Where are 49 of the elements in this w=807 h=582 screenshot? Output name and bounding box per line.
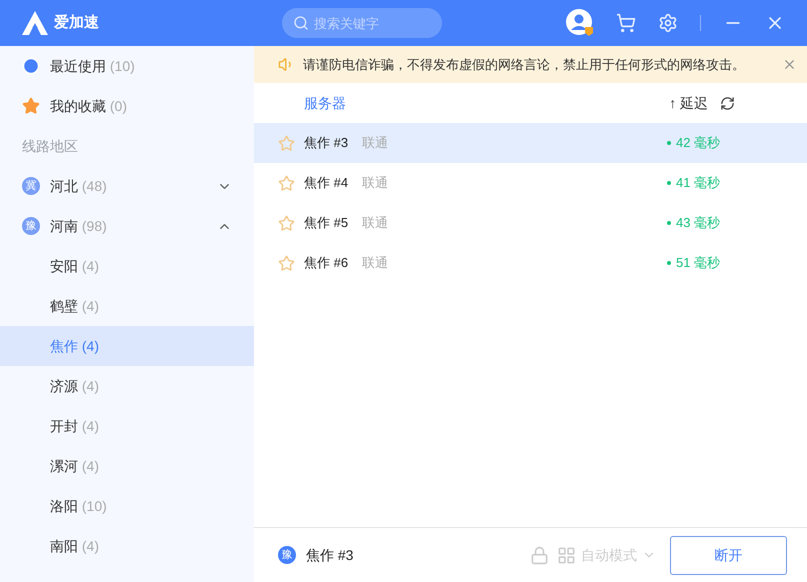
region-badge: 豫 [278, 546, 296, 564]
server-name: 焦作 #6 [304, 254, 350, 272]
notice-text: 请谨防电信诈骗，不得发布虚假的网络言论，禁止用于任何形式的网络攻击。 [303, 56, 746, 74]
isp-label: 联通 [362, 254, 389, 272]
close-icon[interactable] [782, 57, 797, 72]
settings-icon[interactable] [658, 13, 678, 33]
city-item[interactable]: 开封 (4) [0, 406, 254, 446]
latency-sort-header[interactable]: ↑ 延迟 [669, 92, 708, 114]
latency-value: 41 毫秒 [676, 174, 720, 192]
region-badge: 冀 [22, 177, 40, 195]
region-item[interactable]: 豫 河南 (98) [0, 206, 254, 246]
isp-label: 联通 [362, 214, 389, 232]
star-icon [22, 97, 40, 115]
refresh-icon[interactable] [720, 96, 735, 110]
region-item[interactable]: 冀 河北 (48) [0, 166, 254, 206]
region-badge: 豫 [22, 217, 40, 235]
star-icon[interactable] [278, 174, 295, 192]
avatar-icon[interactable] [566, 9, 594, 37]
sidebar-item[interactable]: 我的收藏 (0) [0, 86, 254, 126]
disconnect-button[interactable]: 断开 [670, 536, 787, 574]
section-title: 线路地区 [21, 136, 79, 156]
latency-value: 51 毫秒 [676, 254, 720, 272]
server-row[interactable]: 焦作 #3 联通 42 毫秒 [254, 123, 807, 163]
star-icon[interactable] [278, 134, 295, 152]
server-column-header[interactable]: 服务器 [304, 92, 670, 114]
city-item[interactable]: 洛阳 (10) [0, 486, 254, 526]
sidebar-item[interactable]: 最近使用 (10) [0, 46, 254, 86]
latency-value: 42 毫秒 [676, 134, 720, 152]
cart-icon[interactable] [616, 13, 636, 33]
city-item[interactable]: 安阳 (4) [0, 246, 254, 286]
city-item[interactable]: 漯河 (4) [0, 446, 254, 486]
grid-icon [557, 546, 576, 564]
city-item[interactable]: 鹤壁 (4) [0, 286, 254, 326]
city-item[interactable]: 济源 (4) [0, 366, 254, 406]
search-field[interactable]: 搜索关键字 [282, 8, 442, 38]
star-icon[interactable] [278, 254, 295, 272]
isp-label: 联通 [362, 174, 389, 192]
server-name: 焦作 #5 [304, 214, 350, 232]
latency-value: 43 毫秒 [676, 214, 720, 232]
city-item[interactable]: 南阳 (4) [0, 526, 254, 566]
server-name: 焦作 #3 [304, 134, 350, 152]
logo-icon [22, 11, 48, 35]
isp-label: 联通 [362, 134, 389, 152]
server-name: 焦作 #4 [304, 174, 350, 192]
lock-icon[interactable] [530, 546, 549, 564]
star-icon[interactable] [278, 214, 295, 232]
current-server: 焦作 #3 [306, 546, 354, 564]
app-name: 爱加速 [54, 12, 99, 33]
search-icon [293, 15, 309, 31]
